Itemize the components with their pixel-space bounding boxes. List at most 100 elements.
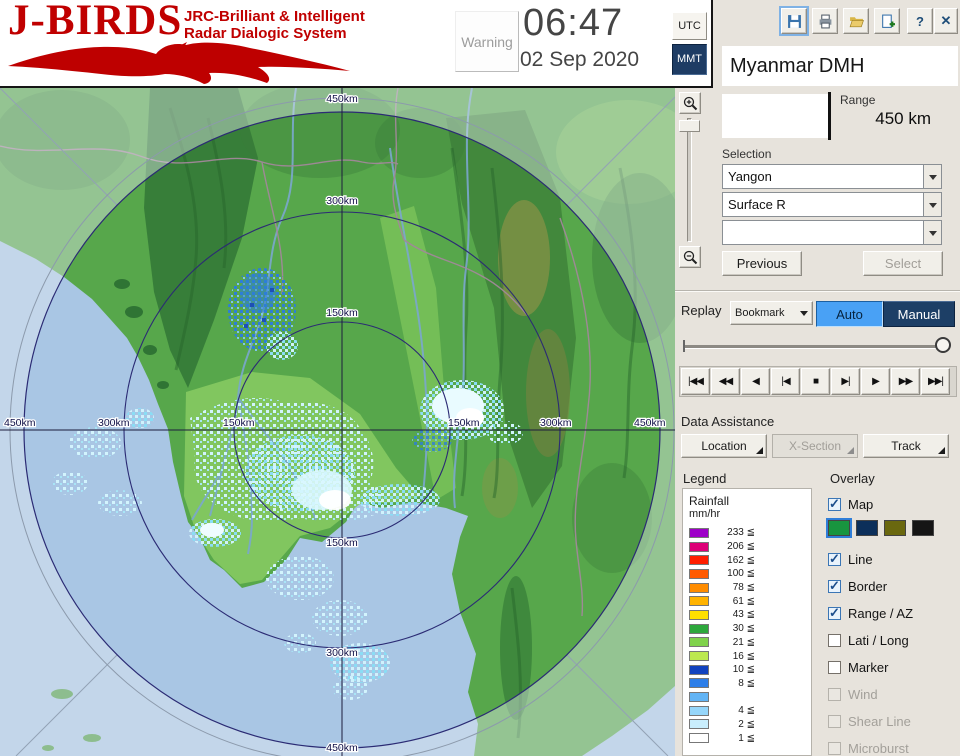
legend-title: Rainfall — [689, 494, 730, 508]
title-bar: J-BIRDS JRC-Brilliant & Intelligent Rada… — [0, 0, 713, 88]
overlay-item-range-az[interactable]: Range / AZ — [828, 605, 913, 621]
extra-dropdown[interactable] — [722, 220, 942, 245]
utc-button[interactable]: UTC — [672, 12, 707, 40]
ring-label: 150km — [448, 417, 480, 429]
radar-map-area[interactable]: 450km 300km 150km 150km 300km 450km 450k… — [0, 82, 700, 756]
legend-swatch — [689, 596, 709, 607]
zoom-slider[interactable] — [687, 118, 692, 242]
legend-swatch — [689, 541, 709, 552]
x-section-button[interactable]: X-Section — [772, 434, 858, 458]
mmt-button[interactable]: MMT — [672, 44, 707, 75]
stop-button[interactable]: ■ — [801, 368, 830, 395]
export-button[interactable] — [874, 8, 900, 34]
control-panel: ? ✕ Myanmar DMH Range 450 km Selection Y… — [675, 0, 960, 756]
forward-to-end-button[interactable]: ▶▶| — [921, 368, 950, 395]
bookmark-button[interactable]: Bookmark — [730, 301, 813, 325]
legend-row: 162 ≦ — [689, 553, 807, 567]
bookmark-label: Bookmark — [735, 307, 785, 319]
map-style-swatch-green[interactable] — [826, 518, 852, 538]
legend-row: 61 ≦ — [689, 594, 807, 608]
overlay-item-label: Border — [848, 578, 888, 594]
legend-value: 30 ≦ — [732, 623, 755, 635]
zoom-out-button[interactable] — [679, 246, 701, 268]
chevron-down-icon[interactable] — [923, 193, 941, 216]
replay-slider[interactable] — [685, 345, 947, 349]
save-button[interactable] — [779, 6, 809, 36]
product-dropdown[interactable]: Surface R — [722, 192, 942, 217]
overlay-item-label: Microburst — [848, 740, 909, 756]
rainfall-legend: Rainfall mm/hr 233 ≦ 206 ≦ 162 ≦ 100 ≦ 7… — [682, 488, 812, 756]
checkbox[interactable] — [828, 714, 841, 728]
rewind-to-start-button[interactable]: |◀◀ — [681, 368, 710, 395]
overlay-item-microburst[interactable]: Microburst — [828, 740, 909, 756]
legend-label: Legend — [683, 471, 727, 486]
save-icon — [787, 14, 801, 28]
legend-row: 10 ≦ — [689, 663, 807, 677]
select-button[interactable]: Select — [863, 251, 943, 276]
fast-forward-button[interactable]: ▶▶ — [891, 368, 920, 395]
legend-value: 2 ≦ — [738, 718, 755, 730]
overlay-item-label: Wind — [848, 686, 878, 702]
ring-label: 300km — [326, 647, 358, 659]
location-button[interactable]: Location — [681, 434, 767, 458]
overlay-item-label: Range / AZ — [848, 605, 914, 621]
auto-mode-button[interactable]: Auto — [816, 301, 883, 327]
overlay-item-marker[interactable]: Marker — [828, 659, 888, 675]
panel-divider — [675, 290, 960, 292]
ring-label: 150km — [223, 417, 255, 429]
checkbox[interactable] — [828, 633, 841, 647]
step-back-button[interactable]: |◀ — [771, 368, 800, 395]
open-folder-button[interactable] — [843, 8, 869, 34]
warning-button[interactable]: Warning — [455, 11, 519, 72]
play-forward-button[interactable]: ▶ — [861, 368, 890, 395]
legend-row: 206 ≦ — [689, 540, 807, 554]
replay-slider-thumb[interactable] — [935, 337, 951, 353]
chevron-down-icon[interactable] — [923, 221, 941, 244]
checkbox[interactable] — [828, 551, 841, 567]
overlay-item-map[interactable]: Map — [828, 496, 873, 512]
checkbox[interactable] — [828, 605, 841, 621]
previous-button[interactable]: Previous — [722, 251, 802, 276]
close-button[interactable]: ✕ — [934, 8, 958, 34]
overlay-item-border[interactable]: Border — [828, 578, 887, 594]
step-forward-button[interactable]: ▶| — [831, 368, 860, 395]
checkbox[interactable] — [828, 660, 841, 674]
checkbox[interactable] — [828, 496, 841, 512]
selection-label: Selection — [722, 147, 772, 161]
map-style-swatch-navy[interactable] — [856, 520, 878, 536]
help-button[interactable]: ? — [907, 8, 933, 34]
chevron-down-icon[interactable] — [923, 165, 941, 188]
logo-subtitle-line1: JRC-Brilliant & Intelligent — [184, 8, 365, 25]
legend-value: 8 ≦ — [738, 677, 755, 689]
product-dropdown-value: Surface R — [728, 197, 786, 212]
checkbox[interactable] — [828, 578, 841, 594]
overlay-item-wind[interactable]: Wind — [828, 686, 878, 702]
fast-rewind-button[interactable]: ◀◀ — [711, 368, 740, 395]
zoom-out-icon — [683, 250, 697, 264]
app-logo-subtitle: JRC-Brilliant & Intelligent Radar Dialog… — [184, 8, 365, 42]
overlay-item-lati-long[interactable]: Lati / Long — [828, 632, 909, 648]
checkbox[interactable] — [828, 687, 841, 701]
play-backward-button[interactable]: ◀ — [741, 368, 770, 395]
overlay-item-line[interactable]: Line — [828, 551, 873, 567]
zoom-slider-thumb[interactable] — [679, 120, 700, 132]
range-value: 450 km — [875, 109, 931, 128]
legend-swatch — [689, 692, 709, 703]
legend-swatch — [689, 664, 709, 675]
extra-dropdown-value — [723, 221, 923, 244]
overlay-item-label: Lati / Long — [848, 632, 909, 648]
radar-map[interactable]: 450km 300km 150km 150km 300km 450km 450k… — [0, 82, 700, 756]
ring-label: 300km — [98, 417, 130, 429]
manual-mode-button[interactable]: Manual — [883, 301, 955, 327]
site-dropdown[interactable]: Yangon — [722, 164, 942, 189]
overlay-item-shear-line[interactable]: Shear Line — [828, 713, 911, 729]
checkbox[interactable] — [828, 741, 841, 755]
map-style-swatch-olive[interactable] — [884, 520, 906, 536]
print-button[interactable] — [812, 8, 838, 34]
track-button[interactable]: Track — [863, 434, 949, 458]
map-style-swatch-black[interactable] — [912, 520, 934, 536]
legend-swatch — [689, 678, 709, 689]
zoom-in-button[interactable] — [679, 92, 701, 114]
legend-value: 206 ≦ — [727, 541, 755, 553]
legend-swatch — [689, 719, 709, 730]
